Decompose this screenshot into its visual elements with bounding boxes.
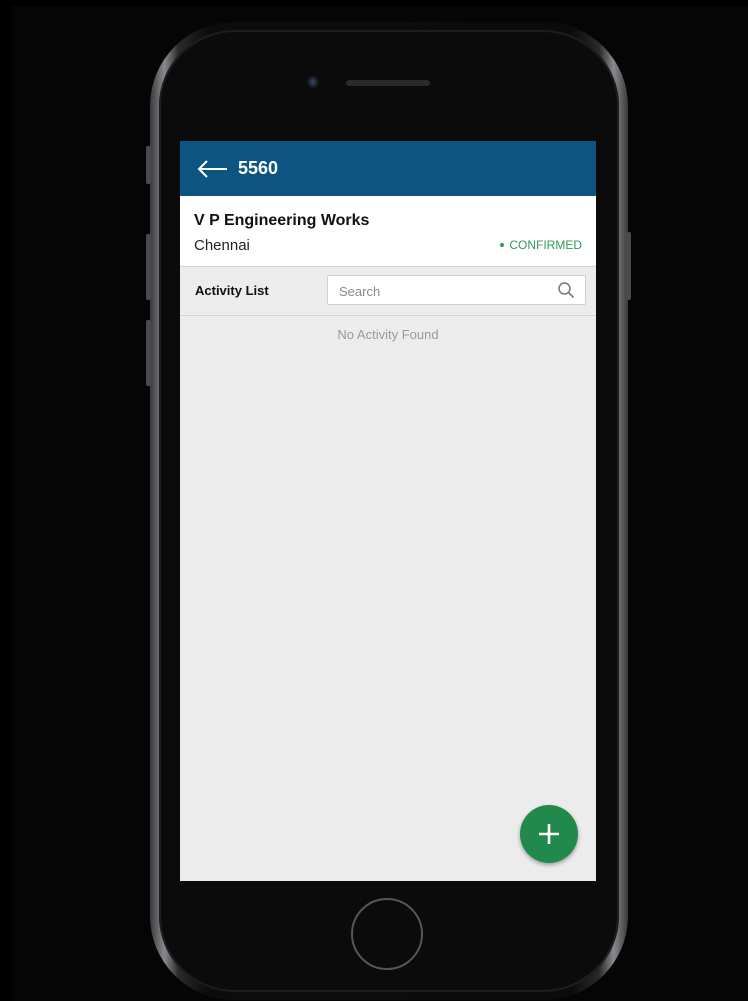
arrow-left-icon[interactable] [196, 159, 228, 179]
volume-up-button [146, 234, 151, 300]
mute-switch [146, 146, 151, 184]
search-icon[interactable] [557, 281, 575, 299]
volume-down-button [146, 320, 151, 386]
customer-city: Chennai [194, 237, 250, 254]
front-camera [307, 76, 319, 88]
add-activity-button[interactable] [520, 805, 578, 863]
search-input[interactable] [328, 276, 561, 306]
status-badge: CONFIRMED [500, 238, 582, 252]
app-screen: 5560 V P Engineering Works Chennai CONFI… [180, 141, 596, 881]
search-field[interactable] [327, 275, 586, 306]
power-button [626, 232, 631, 300]
empty-state-message: No Activity Found [337, 327, 439, 342]
customer-header: V P Engineering Works Chennai CONFIRMED [180, 196, 596, 267]
home-button[interactable] [351, 898, 423, 970]
activity-toolbar: Activity List [180, 267, 596, 316]
status-label: CONFIRMED [509, 238, 582, 252]
customer-name: V P Engineering Works [194, 212, 370, 229]
top-app-bar: 5560 [180, 141, 596, 196]
plus-icon [539, 824, 559, 844]
page-title: 5560 [238, 158, 279, 178]
activity-list-label: Activity List [195, 283, 269, 298]
status-dot [500, 243, 505, 247]
earpiece-speaker [346, 80, 430, 86]
